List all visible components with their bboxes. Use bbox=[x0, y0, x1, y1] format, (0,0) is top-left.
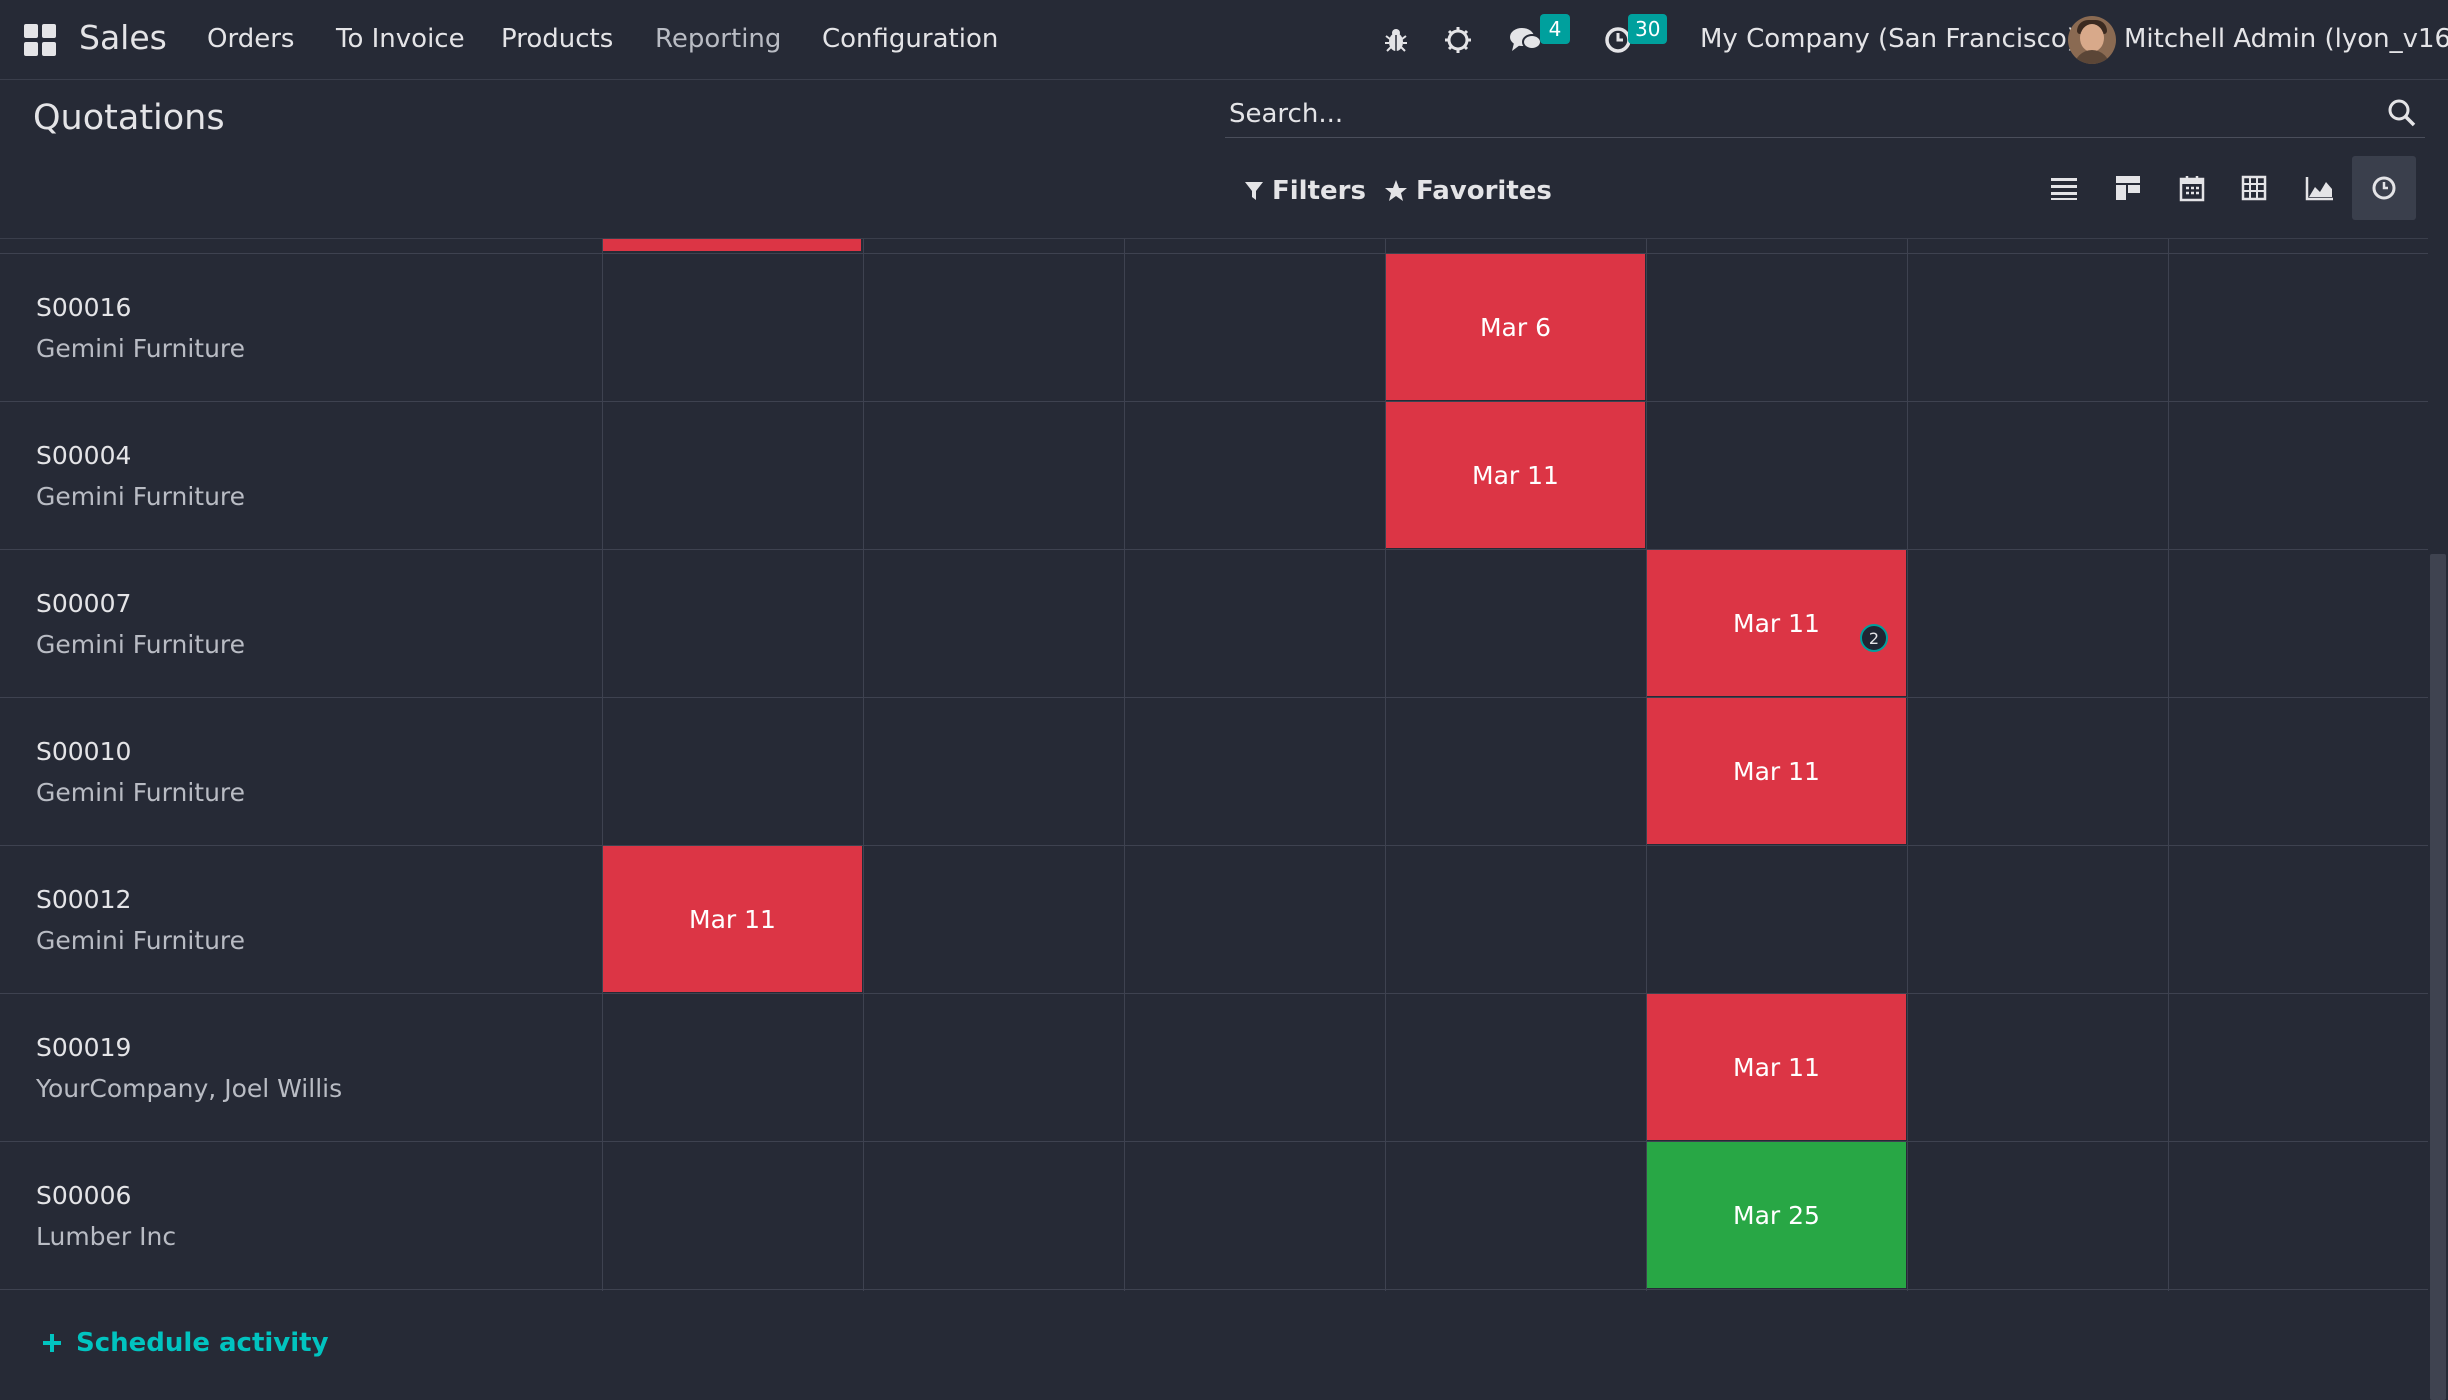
schedule-activity-label: Schedule activity bbox=[76, 1328, 329, 1358]
messages-badge: 4 bbox=[1540, 14, 1570, 44]
list-view-button[interactable] bbox=[2032, 156, 2096, 220]
graph-icon bbox=[2305, 177, 2333, 201]
filters-label: Filters bbox=[1272, 176, 1366, 206]
pivot-view-button[interactable] bbox=[2222, 156, 2286, 220]
row-divider bbox=[0, 993, 2428, 994]
record-partner: Lumber Inc bbox=[36, 1222, 177, 1251]
top-navbar: Sales Orders To Invoice Products Reporti… bbox=[0, 0, 2448, 80]
search-bar bbox=[1225, 92, 2425, 138]
activity-deadline: Mar 11 bbox=[1733, 756, 1820, 786]
activity-count-badge: 2 bbox=[1860, 624, 1888, 652]
record-reference: S00004 bbox=[36, 441, 132, 470]
search-input[interactable] bbox=[1227, 96, 2367, 132]
pivot-icon bbox=[2241, 175, 2267, 201]
activities-badge: 30 bbox=[1628, 14, 1668, 44]
calendar-icon bbox=[2179, 176, 2205, 202]
activity-cell[interactable]: Mar 11 bbox=[1647, 698, 1906, 844]
column-divider bbox=[602, 239, 603, 1291]
row-divider bbox=[0, 1289, 2428, 1290]
apps-menu-icon[interactable] bbox=[24, 24, 56, 56]
search-icon[interactable] bbox=[2387, 98, 2421, 132]
row-divider bbox=[0, 1141, 2428, 1142]
menu-orders[interactable]: Orders bbox=[207, 24, 294, 54]
column-divider bbox=[863, 239, 864, 1291]
record-reference: S00019 bbox=[36, 1033, 132, 1062]
record-row-label[interactable]: S00019 YourCompany, Joel Willis bbox=[36, 1033, 342, 1103]
record-partner: Gemini Furniture bbox=[36, 334, 246, 363]
avatar[interactable] bbox=[2068, 16, 2116, 64]
column-divider bbox=[1907, 239, 1908, 1291]
record-row-label[interactable]: S00006 Lumber Inc bbox=[36, 1181, 176, 1251]
menu-products[interactable]: Products bbox=[501, 24, 613, 54]
column-divider bbox=[2168, 239, 2169, 1291]
menu-configuration[interactable]: Configuration bbox=[822, 24, 998, 54]
activity-deadline: Mar 11 bbox=[1733, 608, 1820, 638]
kanban-view-button[interactable] bbox=[2096, 156, 2160, 220]
record-reference: S00010 bbox=[36, 737, 132, 766]
activity-grid: S00016 Gemini Furniture Mar 6 S00004 Gemini … bbox=[0, 238, 2430, 1291]
activity-cell[interactable]: Mar 11 bbox=[603, 846, 862, 992]
overdue-activity-strip[interactable] bbox=[602, 239, 861, 251]
user-menu[interactable]: Mitchell Admin (lyon_v16) bbox=[2124, 24, 2448, 54]
record-partner: Gemini Furniture bbox=[36, 926, 246, 955]
activity-cell[interactable]: Mar 6 bbox=[1386, 254, 1645, 400]
favorites-button[interactable]: Favorites bbox=[1384, 176, 1552, 206]
activity-cell[interactable]: Mar 11 bbox=[1647, 994, 1906, 1140]
row-divider bbox=[0, 697, 2428, 698]
record-reference: S00012 bbox=[36, 885, 132, 914]
graph-view-button[interactable] bbox=[2288, 156, 2352, 220]
activity-view-button[interactable] bbox=[2352, 156, 2416, 220]
calendar-view-button[interactable] bbox=[2160, 156, 2224, 220]
activity-deadline: Mar 11 bbox=[1472, 460, 1559, 490]
record-partner: Gemini Furniture bbox=[36, 630, 246, 659]
record-row-label[interactable]: S00016 Gemini Furniture bbox=[36, 293, 245, 363]
page-title: Quotations bbox=[33, 98, 225, 138]
activity-deadline: Mar 6 bbox=[1479, 312, 1552, 342]
row-divider bbox=[0, 401, 2428, 402]
record-reference: S00007 bbox=[36, 589, 132, 618]
activity-icon bbox=[2372, 176, 2396, 200]
gear-icon[interactable] bbox=[1438, 20, 1478, 60]
activity-table: S00016 Gemini Furniture Mar 6 S00004 Gemini … bbox=[0, 239, 2430, 1291]
record-partner: YourCompany, Joel Willis bbox=[36, 1074, 343, 1103]
filter-icon bbox=[1245, 182, 1263, 200]
kanban-icon bbox=[2116, 176, 2140, 200]
schedule-activity-button[interactable]: Schedule activity bbox=[42, 1328, 329, 1358]
plus-icon bbox=[43, 1334, 61, 1352]
filters-button[interactable]: Filters bbox=[1244, 176, 1366, 206]
activity-deadline: Mar 25 bbox=[1733, 1200, 1820, 1230]
record-reference: S00016 bbox=[36, 293, 132, 322]
app-brand[interactable]: Sales bbox=[79, 18, 167, 57]
record-row-label[interactable]: S00010 Gemini Furniture bbox=[36, 737, 245, 807]
record-row-label[interactable]: S00012 Gemini Furniture bbox=[36, 885, 245, 955]
activity-cell[interactable]: Mar 11 bbox=[1386, 402, 1645, 548]
bug-icon[interactable] bbox=[1376, 20, 1416, 60]
record-partner: Gemini Furniture bbox=[36, 778, 246, 807]
column-divider bbox=[1124, 239, 1125, 1291]
record-reference: S00006 bbox=[36, 1181, 132, 1210]
row-divider bbox=[0, 253, 2428, 254]
activity-deadline: Mar 11 bbox=[689, 904, 776, 934]
record-row-label[interactable]: S00004 Gemini Furniture bbox=[36, 441, 245, 511]
menu-reporting[interactable]: Reporting bbox=[655, 24, 781, 54]
menu-to-invoice[interactable]: To Invoice bbox=[336, 24, 465, 54]
record-partner: Gemini Furniture bbox=[36, 482, 246, 511]
row-divider bbox=[0, 549, 2428, 550]
scrollbar-thumb[interactable] bbox=[2430, 554, 2446, 1400]
row-divider bbox=[0, 845, 2428, 846]
list-icon bbox=[2051, 178, 2077, 200]
activity-cell[interactable]: Mar 11 2 bbox=[1647, 550, 1906, 696]
company-switcher[interactable]: My Company (San Francisco) bbox=[1700, 24, 2077, 54]
activity-deadline: Mar 11 bbox=[1733, 1052, 1820, 1082]
favorites-label: Favorites bbox=[1416, 176, 1552, 206]
activity-cell[interactable]: Mar 25 bbox=[1647, 1142, 1906, 1288]
star-icon bbox=[1385, 180, 1407, 201]
record-row-label[interactable]: S00007 Gemini Furniture bbox=[36, 589, 245, 659]
